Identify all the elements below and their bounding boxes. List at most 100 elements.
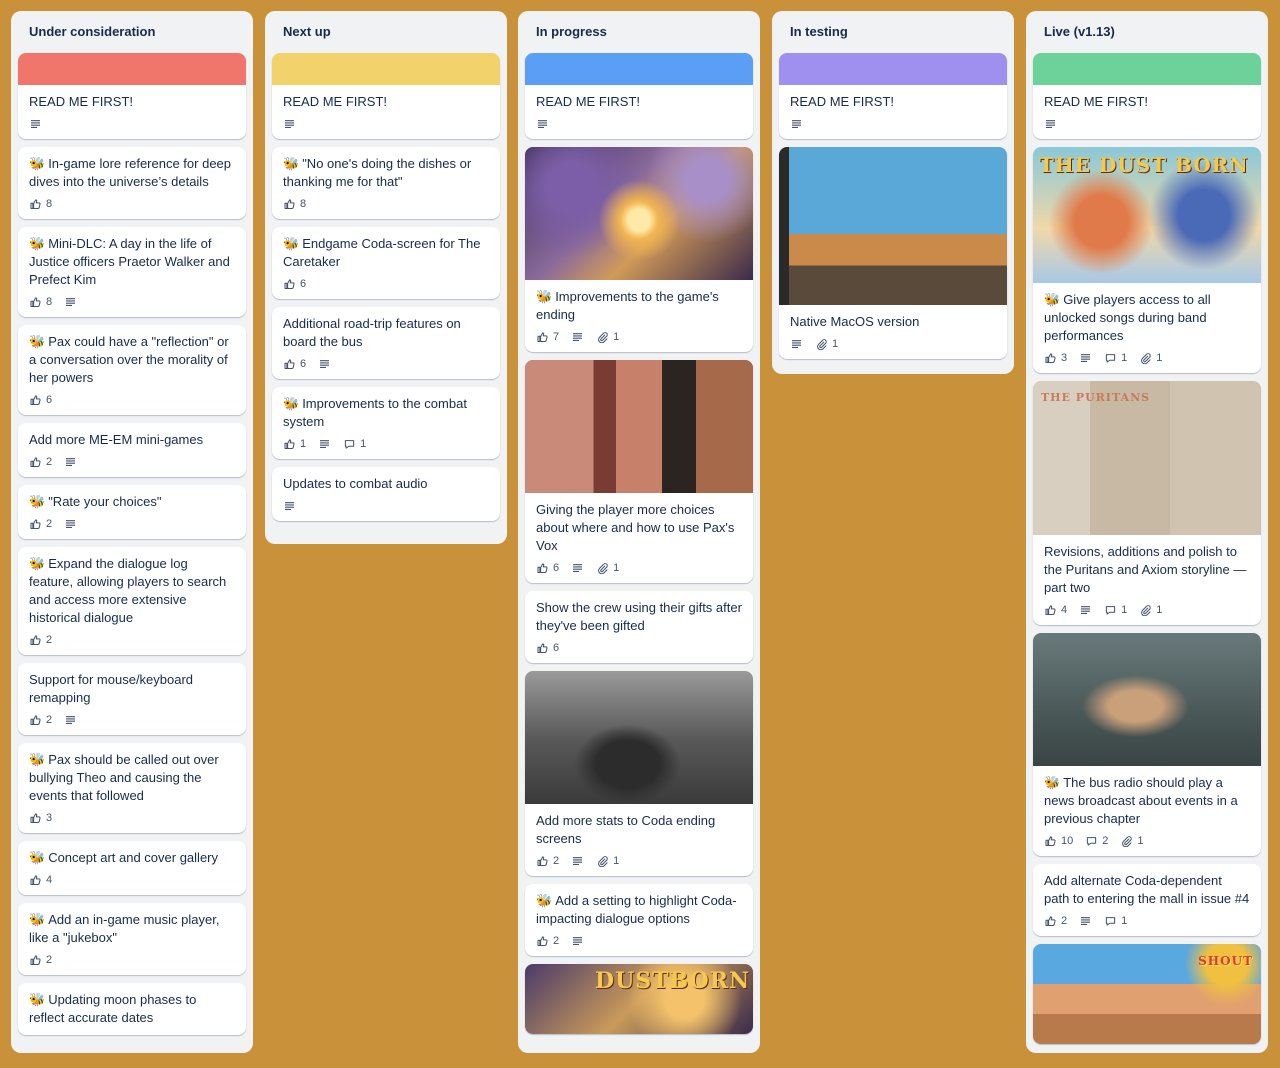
card-title: READ ME FIRST! [1044, 94, 1149, 109]
card[interactable]: 🐝 Mini-DLC: A day in the life of Justice … [18, 227, 246, 317]
card-title: Additional road-trip features on board t… [283, 316, 461, 349]
card-read-me[interactable]: READ ME FIRST! [525, 53, 753, 139]
bee-icon: 🐝 [536, 893, 553, 908]
card-cover-image: DUSTBORN [525, 964, 753, 1034]
card-read-me[interactable]: READ ME FIRST! [1033, 53, 1261, 139]
list-title[interactable]: Next up [272, 11, 500, 53]
card[interactable]: 🐝 Updating moon phases to reflect accurat… [18, 983, 246, 1035]
description-icon [64, 296, 77, 308]
card[interactable]: 🐝 Endgame Coda-screen for The Caretaker 6 [272, 227, 500, 299]
card[interactable]: 🐝 The bus radio should play a news broadc… [1033, 633, 1261, 856]
bee-icon: 🐝 [536, 289, 553, 304]
attachments-badge: 1 [1139, 604, 1162, 616]
card[interactable]: 🐝 In-game lore reference for deep dives i… [18, 147, 246, 219]
attachments-badge: 1 [1120, 835, 1144, 847]
card[interactable]: Add more ME-EM mini-games 2 [18, 423, 246, 477]
card[interactable]: THE PURITANS Revisions, additions and po… [1033, 381, 1261, 625]
attachments-badge: 1 [596, 331, 619, 343]
cover-image-text: THE PURITANS [1041, 391, 1151, 404]
comments-badge: 1 [343, 438, 366, 450]
list-title[interactable]: Live (v1.13) [1033, 11, 1261, 53]
card[interactable]: Additional road-trip features on board t… [272, 307, 500, 379]
paperclip-icon [596, 331, 609, 343]
bee-icon: 🐝 [283, 156, 300, 171]
card-read-me[interactable]: READ ME FIRST! [18, 53, 246, 139]
description-icon [571, 562, 584, 574]
bee-icon: 🐝 [29, 992, 46, 1007]
card[interactable]: Show the crew using their gifts after th… [525, 591, 753, 663]
thumbs-up-icon [1044, 352, 1057, 364]
description-icon [283, 118, 296, 130]
card[interactable]: Support for mouse/keyboard remapping 2 [18, 663, 246, 735]
card[interactable]: 🐝 Add a setting to highlight Coda-impacti… [525, 884, 753, 956]
paperclip-icon [1139, 604, 1152, 616]
paperclip-icon [1139, 352, 1152, 364]
card-title: 🐝 In-game lore reference for deep dives i… [29, 156, 232, 189]
thumbs-up-icon [1044, 835, 1057, 847]
card[interactable]: Native MacOS version 1 [779, 147, 1007, 359]
card-cover [272, 53, 500, 85]
votes-badge: 2 [29, 954, 52, 966]
thumbs-up-icon [29, 456, 42, 468]
description-icon [1079, 604, 1092, 616]
bee-icon: 🐝 [29, 556, 46, 571]
paperclip-icon [596, 855, 609, 867]
card[interactable]: Add alternate Coda-dependent path to ent… [1033, 864, 1261, 936]
card-read-me[interactable]: READ ME FIRST! [779, 53, 1007, 139]
card[interactable]: 🐝 Pax should be called out over bullying … [18, 743, 246, 833]
votes-badge: 8 [283, 198, 306, 210]
card[interactable]: 🐝 Expand the dialogue log feature, allowi… [18, 547, 246, 655]
card-read-me[interactable]: READ ME FIRST! [272, 53, 500, 139]
comment-icon [1104, 352, 1117, 364]
votes-badge: 8 [29, 296, 52, 308]
card-cover-image [525, 147, 753, 280]
card[interactable]: 🐝 Add an in-game music player, like a "ju… [18, 903, 246, 975]
thumbs-up-icon [29, 198, 42, 210]
card[interactable]: 🐝 "Rate your choices" 2 [18, 485, 246, 539]
thumbs-up-icon [29, 634, 42, 646]
card[interactable]: 🐝 Improvements to the game's ending 7 1 [525, 147, 753, 352]
card[interactable]: DUSTBORN [525, 964, 753, 1034]
card-cover [779, 53, 1007, 85]
card-title: 🐝 Mini-DLC: A day in the life of Justice … [29, 236, 230, 287]
list-in-progress: In progress READ ME FIRST! 🐝 Improvements… [518, 11, 760, 1053]
card[interactable]: THE DUST BORN 🐝 Give players access to al… [1033, 147, 1261, 373]
card-cover-image [779, 147, 1007, 305]
card-title: Add more stats to Coda ending screens [536, 813, 716, 846]
votes-badge: 6 [536, 562, 559, 574]
votes-badge: 2 [29, 518, 52, 530]
bee-icon: 🐝 [29, 156, 46, 171]
card[interactable]: 🐝 Concept art and cover gallery 4 [18, 841, 246, 895]
paperclip-icon [596, 562, 609, 574]
list-title[interactable]: In progress [525, 11, 753, 53]
card-title: 🐝 Pax could have a "reflection" or a conv… [29, 334, 229, 385]
thumbs-up-icon [536, 642, 549, 654]
card[interactable]: Giving the player more choices about whe… [525, 360, 753, 583]
card[interactable]: Add more stats to Coda ending screens 2 … [525, 671, 753, 876]
list-title[interactable]: Under consideration [18, 11, 246, 53]
thumbs-up-icon [29, 874, 42, 886]
card[interactable]: 🐝 Pax could have a "reflection" or a conv… [18, 325, 246, 415]
bee-icon: 🐝 [29, 334, 46, 349]
card-cover-image: SHOUT [1033, 944, 1261, 1044]
card[interactable]: 🐝 "No one's doing the dishes or thanking … [272, 147, 500, 219]
thumbs-up-icon [283, 278, 296, 290]
thumbs-up-icon [1044, 915, 1057, 927]
card-title: 🐝 Improvements to the combat system [283, 396, 467, 429]
card[interactable]: 🐝 Improvements to the combat system 1 1 [272, 387, 500, 459]
card-title: Updates to combat audio [283, 476, 428, 491]
card[interactable]: SHOUT [1033, 944, 1261, 1044]
card-title: 🐝 Give players access to all unlocked son… [1044, 292, 1211, 343]
bee-icon: 🐝 [29, 752, 46, 767]
votes-badge: 6 [536, 642, 559, 654]
votes-badge: 3 [29, 812, 52, 824]
card-title: 🐝 Updating moon phases to reflect accurat… [29, 992, 197, 1025]
comments-badge: 1 [1104, 915, 1127, 927]
description-icon [283, 500, 296, 512]
card[interactable]: Updates to combat audio [272, 467, 500, 521]
thumbs-up-icon [29, 296, 42, 308]
votes-badge: 8 [29, 198, 52, 210]
thumbs-up-icon [283, 438, 296, 450]
list-title[interactable]: In testing [779, 11, 1007, 53]
paperclip-icon [815, 338, 828, 350]
